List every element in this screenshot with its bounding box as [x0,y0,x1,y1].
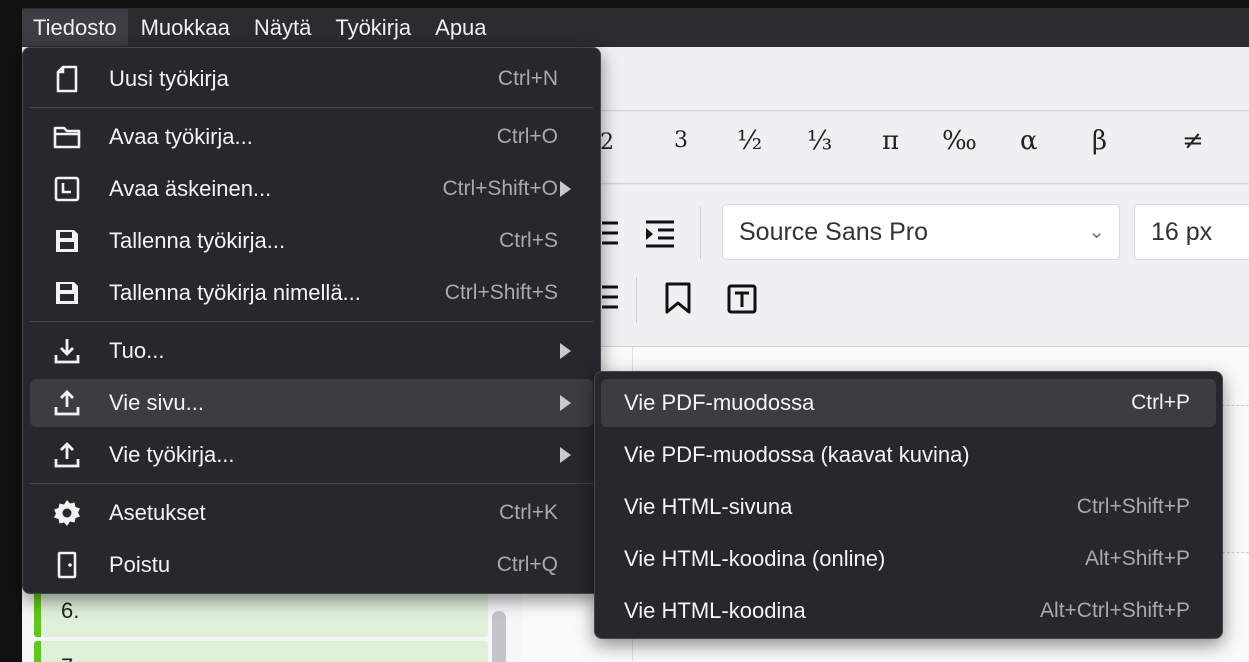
submenu-item-export-html-page[interactable]: Vie HTML-sivuna Ctrl+Shift+P [601,483,1216,531]
import-icon [52,336,82,366]
menu-item-shortcut: Ctrl+K [499,501,558,524]
doc-dashed-line [1222,405,1249,406]
menu-item-shortcut: Ctrl+S [499,229,558,252]
submenu-item-export-pdf-images[interactable]: Vie PDF-muodossa (kaavat kuvina) [601,431,1216,479]
menu-separator [30,107,593,108]
menu-item-import[interactable]: Tuo... [30,327,593,375]
list-icon[interactable] [598,219,620,252]
submenu-arrow-icon [560,447,571,463]
menu-item-save-as[interactable]: Tallenna työkirja nimellä... Ctrl+Shift+… [30,269,593,317]
menu-tiedosto[interactable]: Tiedosto [22,9,128,46]
export-icon [52,388,82,418]
menu-item-label: Tuo... [109,338,165,363]
menu-item-label: Avaa työkirja... [109,124,253,149]
symbol-squared[interactable]: 2 [600,130,614,155]
submenu-item-label: Vie HTML-koodina [624,598,806,623]
new-file-icon [52,64,82,94]
submenu-item-export-pdf[interactable]: Vie PDF-muodossa Ctrl+P [601,379,1216,427]
sidebar-scrollbar[interactable] [492,611,506,662]
menu-item-quit[interactable]: Poistu Ctrl+Q [30,541,593,589]
menu-item-label: Vie työkirja... [109,442,235,467]
menu-item-shortcut: Ctrl+Q [496,553,558,576]
menu-separator [30,483,593,484]
menu-item-label: Vie sivu... [109,390,204,415]
recent-file-icon [52,174,82,204]
export-page-submenu: Vie PDF-muodossa Ctrl+P Vie PDF-muodossa… [594,371,1223,639]
window-top-border [0,0,1249,8]
submenu-item-export-html-online[interactable]: Vie HTML-koodina (online) Alt+Shift+P [601,535,1216,583]
exit-door-icon [52,550,82,580]
menu-item-open-recent[interactable]: Avaa äskeinen... Ctrl+Shift+O [30,165,593,213]
font-family-select[interactable]: Source Sans Pro ⌄ [722,204,1120,260]
menu-item-settings[interactable]: Asetukset Ctrl+K [30,489,593,537]
submenu-item-shortcut: Alt+Ctrl+Shift+P [1040,599,1190,622]
menu-item-label: Tallenna työkirja... [109,228,286,253]
symbol-not-equal[interactable]: ≠ [1182,126,1204,156]
submenu-item-label: Vie PDF-muodossa [624,390,815,415]
save-icon [52,226,82,256]
export-icon [52,440,82,470]
menu-muokkaa[interactable]: Muokkaa [130,9,241,46]
symbol-pi[interactable]: π [882,126,899,156]
symbol-permille[interactable]: ‰ [942,126,977,156]
chevron-down-icon: ⌄ [1088,221,1105,243]
symbol-alpha[interactable]: α [1020,126,1038,156]
symbol-third[interactable]: ⅓ [807,126,832,156]
submenu-arrow-icon [560,181,571,197]
window-left-border [0,0,22,662]
symbol-cubed[interactable]: 3 [674,128,688,153]
symbol-beta[interactable]: β [1092,126,1107,156]
gear-icon [52,498,82,528]
menu-item-open-workbook[interactable]: Avaa työkirja... Ctrl+O [30,113,593,161]
text-box-icon[interactable] [727,284,757,319]
menu-item-shortcut: Ctrl+Shift+S [444,281,558,304]
toolbar-divider-2 [636,277,637,323]
indent-icon[interactable] [644,219,676,254]
menu-item-shortcut: Ctrl+O [496,125,558,148]
font-family-value: Source Sans Pro [739,218,928,246]
submenu-arrow-icon [560,395,571,411]
save-as-icon [52,278,82,308]
menu-item-label: Uusi työkirja [109,66,229,91]
font-size-value: 16 px [1151,218,1213,246]
font-size-select[interactable]: 16 px [1134,204,1249,260]
menu-item-label: Avaa äskeinen... [109,176,272,201]
file-menu: Uusi työkirja Ctrl+N Avaa työkirja... Ct… [22,47,601,594]
doc-dashed-line [1222,552,1249,553]
menu-apua[interactable]: Apua [424,9,497,46]
menu-tyokirja[interactable]: Työkirja [324,9,422,46]
submenu-item-export-html-code[interactable]: Vie HTML-koodina Alt+Ctrl+Shift+P [601,587,1216,635]
submenu-item-shortcut: Alt+Shift+P [1084,547,1190,570]
menu-item-label: Tallenna työkirja nimellä... [109,280,361,305]
menu-item-export-page[interactable]: Vie sivu... [30,379,593,427]
submenu-item-label: Vie PDF-muodossa (kaavat kuvina) [624,442,970,467]
menu-item-export-workbook[interactable]: Vie työkirja... [30,431,593,479]
menu-separator [30,321,593,322]
submenu-item-label: Vie HTML-koodina (online) [624,546,886,571]
submenu-arrow-icon [560,343,571,359]
sidebar-item[interactable]: 7. [34,641,488,662]
menubar: Tiedosto Muokkaa Näytä Työkirja Apua [22,8,1249,47]
bookmark-icon[interactable] [664,281,692,320]
submenu-item-shortcut: Ctrl+Shift+P [1076,495,1190,518]
menu-nayta[interactable]: Näytä [243,9,322,46]
menu-item-shortcut: Ctrl+Shift+O [442,177,558,200]
submenu-item-shortcut: Ctrl+P [1131,391,1190,414]
menu-item-label: Poistu [109,552,171,577]
submenu-item-label: Vie HTML-sivuna [624,494,793,519]
symbol-half[interactable]: ½ [737,126,762,156]
toolbar-divider [700,207,701,259]
menu-item-save-workbook[interactable]: Tallenna työkirja... Ctrl+S [30,217,593,265]
list-icon-2[interactable] [598,283,620,316]
menu-item-shortcut: Ctrl+N [497,67,558,90]
folder-open-icon [52,122,82,152]
menu-item-new-workbook[interactable]: Uusi työkirja Ctrl+N [30,55,593,103]
menu-item-label: Asetukset [109,500,206,525]
